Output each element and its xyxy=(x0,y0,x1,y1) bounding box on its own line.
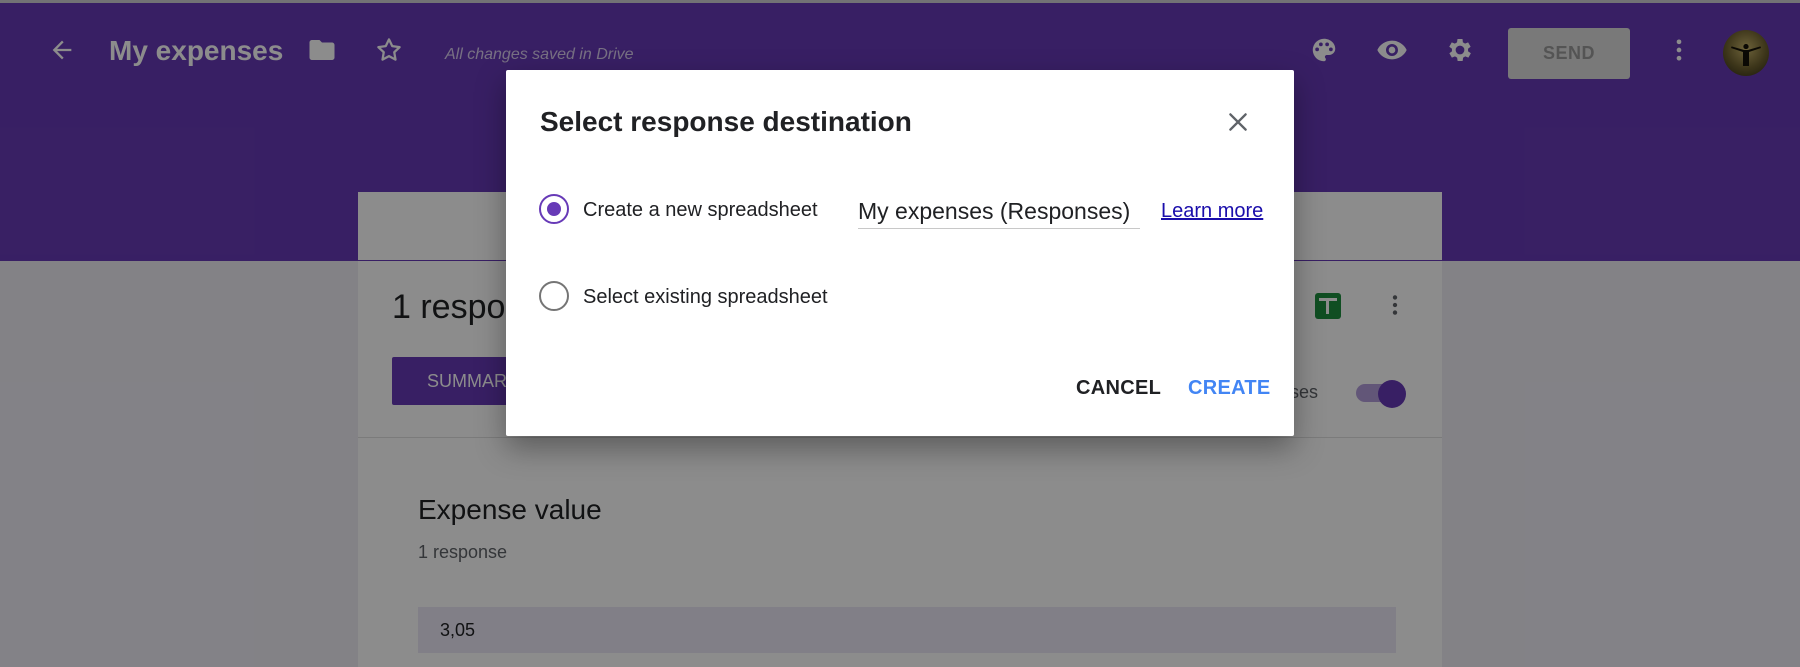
learn-more-link[interactable]: Learn more xyxy=(1161,200,1263,223)
option-create-new-label[interactable]: Create a new spreadsheet xyxy=(583,199,818,222)
close-icon[interactable] xyxy=(1216,100,1260,144)
cancel-button[interactable]: CANCEL xyxy=(1076,377,1161,400)
radio-create-new[interactable] xyxy=(539,194,569,224)
response-destination-dialog: Select response destination Create a new… xyxy=(506,70,1294,436)
dialog-title: Select response destination xyxy=(540,106,912,137)
create-button[interactable]: CREATE xyxy=(1188,377,1271,400)
option-select-existing-label[interactable]: Select existing spreadsheet xyxy=(583,286,828,309)
spreadsheet-name-field[interactable] xyxy=(858,195,1140,229)
radio-select-existing[interactable] xyxy=(539,281,569,311)
